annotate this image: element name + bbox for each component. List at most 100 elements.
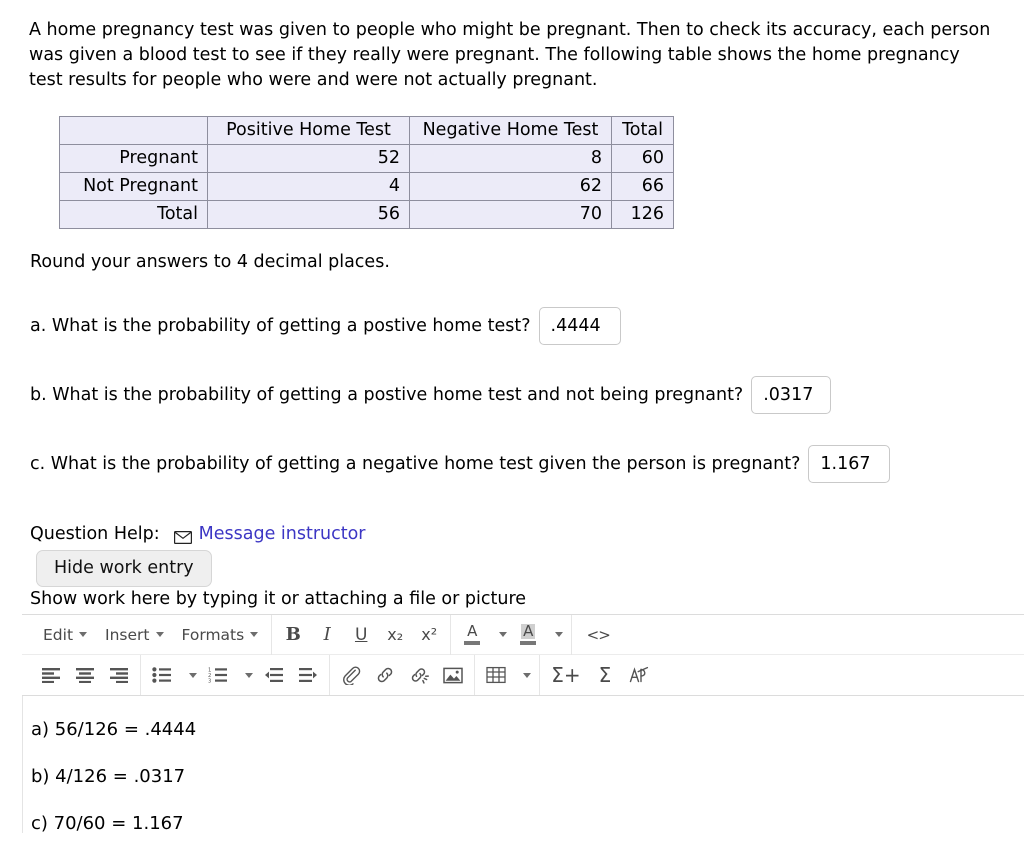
message-instructor-link[interactable]: Message instructor [199,524,366,544]
menu-edit-label: Edit [43,625,74,644]
table-row: Total 56 70 126 [59,200,674,229]
answer-input-a[interactable] [538,307,621,345]
special-character-icon[interactable] [622,659,656,691]
row-header-total: Total [59,200,208,229]
chevron-down-icon [250,632,259,637]
underline-glyph: U [354,624,368,645]
chevron-down-icon [555,632,564,637]
toolbar-group-colors: A A [451,614,573,655]
row-header-not-pregnant: Not Pregnant [59,172,208,201]
toolbar-row-2: 123 Σ+ Σ [22,655,1024,695]
problem-statement: A home pregnancy test was given to peopl… [29,20,991,90]
text-color-dropdown[interactable] [489,619,511,651]
work-line-c: c) 70/60 = 1.167 [31,813,184,834]
column-header-total: Total [611,116,674,145]
question-a: a. What is the probability of getting a … [30,307,621,345]
superscript-icon[interactable]: x² [412,619,446,651]
insert-equation-icon[interactable]: Σ+ [544,659,588,691]
row-header-pregnant: Pregnant [59,144,208,173]
contingency-table: Positive Home Test Negative Home Test To… [59,116,674,229]
align-center-icon[interactable] [68,659,102,691]
underline-icon[interactable]: U [344,619,378,651]
decrease-indent-icon[interactable] [257,659,291,691]
cell-pregnant-total: 60 [611,144,674,173]
menu-insert[interactable]: Insert [96,621,172,649]
chevron-down-icon [155,632,164,637]
source-code-icon[interactable]: <> [576,619,620,651]
column-header-negative-home-test: Negative Home Test [409,116,612,145]
background-color-letter: A [521,622,536,640]
align-right-icon[interactable] [102,659,136,691]
numbered-list-dropdown[interactable] [235,659,257,691]
attachment-icon[interactable] [334,659,368,691]
menu-formats[interactable]: Formats [173,621,268,649]
rich-text-editor-toolbar: Edit Insert Formats B I U x₂ x² A A <> 1… [22,614,1024,696]
cell-total-negative: 70 [409,200,612,229]
text-color-icon[interactable]: A [455,619,489,651]
toolbar-group-text-style: B I U x₂ x² [272,614,452,655]
cell-not-pregnant-total: 66 [611,172,674,201]
bullet-list-icon[interactable] [145,659,179,691]
chevron-down-icon [499,632,508,637]
source-code-glyph: <> [586,625,611,644]
chevron-down-icon [245,672,253,678]
align-left-icon[interactable] [34,659,68,691]
work-entry-area[interactable]: a) 56/126 = .4444 b) 4/126 = .0317 c) 70… [22,696,1024,834]
increase-indent-icon[interactable] [291,659,325,691]
envelope-icon [173,529,192,544]
toolbar-group-alignment [30,655,141,695]
answer-input-b[interactable] [751,376,832,414]
text-color-bar [464,641,481,645]
background-color-swatch: A [515,620,541,650]
subscript-glyph: x₂ [387,625,404,644]
table-icon[interactable] [479,659,513,691]
menu-edit[interactable]: Edit [34,621,96,649]
cell-not-pregnant-negative: 62 [409,172,612,201]
chevron-down-icon [189,672,197,678]
menu-formats-label: Formats [181,625,245,644]
numbered-list-icon[interactable]: 123 [201,659,235,691]
cell-pregnant-positive: 52 [207,144,410,173]
link-icon[interactable] [368,659,402,691]
cell-grand-total: 126 [611,200,674,229]
question-help: Question Help: Message instructor [30,524,366,544]
bullet-list-dropdown[interactable] [179,659,201,691]
math-sigma-glyph: Σ [598,663,612,687]
italic-glyph: I [323,624,331,645]
text-color-letter: A [467,622,478,640]
background-color-bar [520,641,537,645]
toolbar-group-insert [330,655,475,695]
show-work-caption: Show work here by typing it or attaching… [30,589,527,609]
image-icon[interactable] [436,659,470,691]
cell-pregnant-negative: 8 [409,144,612,173]
work-line-b: b) 4/126 = .0317 [31,766,186,787]
superscript-glyph: x² [421,625,438,644]
bold-icon[interactable]: B [276,619,310,651]
column-header-positive-home-test: Positive Home Test [207,116,410,145]
background-color-dropdown[interactable] [545,619,567,651]
cell-total-positive: 56 [207,200,410,229]
table-dropdown[interactable] [513,659,535,691]
background-color-icon[interactable]: A [511,619,545,651]
question-b-text: b. What is the probability of getting a … [30,385,744,405]
italic-icon[interactable]: I [310,619,344,651]
toolbar-group-menus: Edit Insert Formats [30,614,273,655]
unlink-icon[interactable] [402,659,436,691]
svg-text:3: 3 [208,679,211,683]
question-help-label: Question Help: [30,524,160,544]
rounding-instruction: Round your answers to 4 decimal places. [30,252,390,272]
answer-input-c[interactable] [808,445,891,483]
menu-insert-label: Insert [105,625,150,644]
question-b: b. What is the probability of getting a … [30,376,832,414]
table-row: Pregnant 52 8 60 [59,144,674,173]
hide-work-entry-button[interactable]: Hide work entry [36,550,212,587]
chevron-down-icon [79,632,88,637]
bold-glyph: B [285,624,301,645]
text-color-swatch: A [459,620,485,650]
table-header-row: Positive Home Test Negative Home Test To… [59,116,674,145]
question-a-text: a. What is the probability of getting a … [30,316,531,336]
subscript-icon[interactable]: x₂ [378,619,412,651]
math-sigma-icon[interactable]: Σ [588,659,622,691]
toolbar-row-1: Edit Insert Formats B I U x₂ x² A A <> [22,614,1024,655]
toolbar-group-lists: 123 [141,655,330,695]
